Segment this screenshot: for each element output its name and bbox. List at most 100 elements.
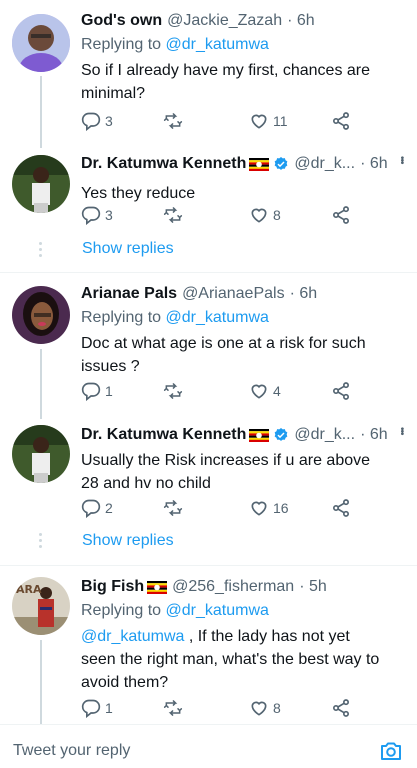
retweet-button[interactable] bbox=[163, 205, 183, 225]
timestamp[interactable]: · 5h bbox=[299, 577, 327, 597]
timestamp[interactable]: · 6h bbox=[290, 284, 318, 304]
more-options-icon[interactable]: ••• bbox=[396, 156, 407, 164]
like-count: 8 bbox=[273, 700, 281, 716]
like-button[interactable]: 4 bbox=[249, 381, 281, 401]
thread-line bbox=[40, 640, 42, 724]
reply-button[interactable]: 2 bbox=[81, 498, 113, 518]
share-button[interactable] bbox=[331, 698, 351, 718]
retweet-button[interactable] bbox=[163, 111, 183, 131]
replying-to: Replying to @dr_katumwa bbox=[81, 309, 269, 326]
reply-icon bbox=[81, 699, 101, 718]
heart-icon bbox=[251, 384, 267, 399]
more-options-icon[interactable]: ••• bbox=[396, 427, 407, 435]
reply-button[interactable]: 3 bbox=[81, 111, 113, 131]
author-handle[interactable]: @Jackie_Zazah bbox=[167, 11, 282, 31]
thread-line bbox=[40, 349, 42, 419]
share-button[interactable] bbox=[331, 111, 351, 131]
retweet-icon bbox=[163, 113, 183, 129]
reply-button[interactable]: 3 bbox=[81, 205, 113, 225]
author-handle[interactable]: @ArianaePals bbox=[182, 284, 285, 304]
camera-icon[interactable] bbox=[379, 739, 403, 763]
replying-to-link[interactable]: @dr_katumwa bbox=[166, 602, 269, 619]
retweet-button[interactable] bbox=[163, 698, 183, 718]
author-name[interactable]: Dr. Katumwa Kenneth bbox=[81, 154, 246, 174]
like-count: 8 bbox=[273, 207, 281, 223]
avatar-image bbox=[12, 14, 70, 72]
like-button[interactable]: 11 bbox=[249, 111, 288, 131]
avatar[interactable] bbox=[12, 155, 70, 213]
retweet-button[interactable] bbox=[163, 381, 183, 401]
show-replies-link[interactable]: Show replies bbox=[82, 240, 174, 258]
tweet-text: So if I already have my first, chances a… bbox=[81, 62, 371, 102]
verified-badge-icon bbox=[275, 157, 288, 170]
share-icon bbox=[333, 499, 349, 517]
reply-button[interactable]: 1 bbox=[81, 698, 113, 718]
retweet-icon bbox=[163, 500, 183, 516]
avatar-image bbox=[12, 286, 70, 344]
timestamp[interactable]: · 6h bbox=[360, 425, 388, 445]
reply-count: 3 bbox=[105, 207, 113, 223]
reply-count: 1 bbox=[105, 700, 113, 716]
heart-icon bbox=[251, 501, 267, 516]
svg-text:ARA: ARA bbox=[16, 583, 42, 596]
heart-icon bbox=[251, 114, 267, 129]
share-icon bbox=[333, 699, 349, 717]
reply-icon bbox=[81, 499, 101, 518]
author-handle[interactable]: @dr_k... bbox=[294, 154, 355, 174]
reply-icon bbox=[81, 382, 101, 401]
tweet[interactable]: Arianae Pals @ArianaePals · 6h Replying … bbox=[0, 273, 417, 419]
reply-input[interactable]: Tweet your reply bbox=[13, 742, 130, 760]
like-button[interactable]: 8 bbox=[249, 205, 281, 225]
tweet-text: @dr_katumwa , If the lady has not yet se… bbox=[81, 628, 380, 691]
reply-button[interactable]: 1 bbox=[81, 381, 113, 401]
author-name[interactable]: God's own bbox=[81, 11, 162, 31]
like-count: 16 bbox=[273, 500, 289, 516]
author-handle[interactable]: @256_fisherman bbox=[172, 577, 294, 597]
tweet-text: Usually the Risk increases if u are abov… bbox=[81, 452, 371, 492]
avatar[interactable] bbox=[12, 286, 70, 344]
reply-composer[interactable]: Tweet your reply bbox=[0, 724, 417, 768]
reply-icon bbox=[81, 206, 101, 225]
share-button[interactable] bbox=[331, 381, 351, 401]
author-name[interactable]: Dr. Katumwa Kenneth bbox=[81, 425, 246, 445]
uganda-flag-icon bbox=[249, 428, 270, 442]
timestamp[interactable]: · 6h bbox=[287, 11, 315, 31]
retweet-icon bbox=[163, 700, 183, 716]
share-button[interactable] bbox=[331, 498, 351, 518]
avatar[interactable]: ARA bbox=[12, 577, 70, 635]
thread-connector-dots bbox=[38, 533, 43, 551]
tweet[interactable]: Dr. Katumwa Kenneth @dr_k... · 6h ••• Us… bbox=[0, 415, 417, 565]
author-handle[interactable]: @dr_k... bbox=[294, 425, 355, 445]
like-count: 11 bbox=[273, 113, 288, 129]
share-button[interactable] bbox=[331, 205, 351, 225]
like-count: 4 bbox=[273, 383, 281, 399]
thread-connector-dots bbox=[38, 242, 43, 260]
tweet[interactable]: ARA Big Fish @256_fisherman · 5h Replyin… bbox=[0, 566, 417, 724]
avatar[interactable] bbox=[12, 14, 70, 72]
reply-count: 1 bbox=[105, 383, 113, 399]
mention-link[interactable]: @dr_katumwa bbox=[81, 628, 184, 645]
show-replies-link[interactable]: Show replies bbox=[82, 532, 174, 550]
heart-icon bbox=[251, 701, 267, 716]
share-icon bbox=[333, 112, 349, 130]
replying-to-link[interactable]: @dr_katumwa bbox=[166, 36, 269, 53]
timestamp[interactable]: · 6h bbox=[360, 154, 388, 174]
avatar[interactable] bbox=[12, 425, 70, 483]
like-button[interactable]: 8 bbox=[249, 698, 281, 718]
author-name[interactable]: Big Fish bbox=[81, 577, 144, 597]
verified-badge-icon bbox=[275, 428, 288, 441]
replying-to: Replying to @dr_katumwa bbox=[81, 602, 269, 619]
uganda-flag-icon bbox=[147, 580, 168, 594]
replying-to-link[interactable]: @dr_katumwa bbox=[166, 309, 269, 326]
retweet-button[interactable] bbox=[163, 498, 183, 518]
like-button[interactable]: 16 bbox=[249, 498, 289, 518]
replying-to: Replying to @dr_katumwa bbox=[81, 36, 269, 53]
reply-count: 2 bbox=[105, 500, 113, 516]
tweet[interactable]: God's own @Jackie_Zazah · 6h Replying to… bbox=[0, 0, 417, 148]
share-icon bbox=[333, 382, 349, 400]
retweet-icon bbox=[163, 207, 183, 223]
uganda-flag-icon bbox=[249, 157, 270, 171]
share-icon bbox=[333, 206, 349, 224]
author-name[interactable]: Arianae Pals bbox=[81, 284, 177, 304]
reply-icon bbox=[81, 112, 101, 131]
